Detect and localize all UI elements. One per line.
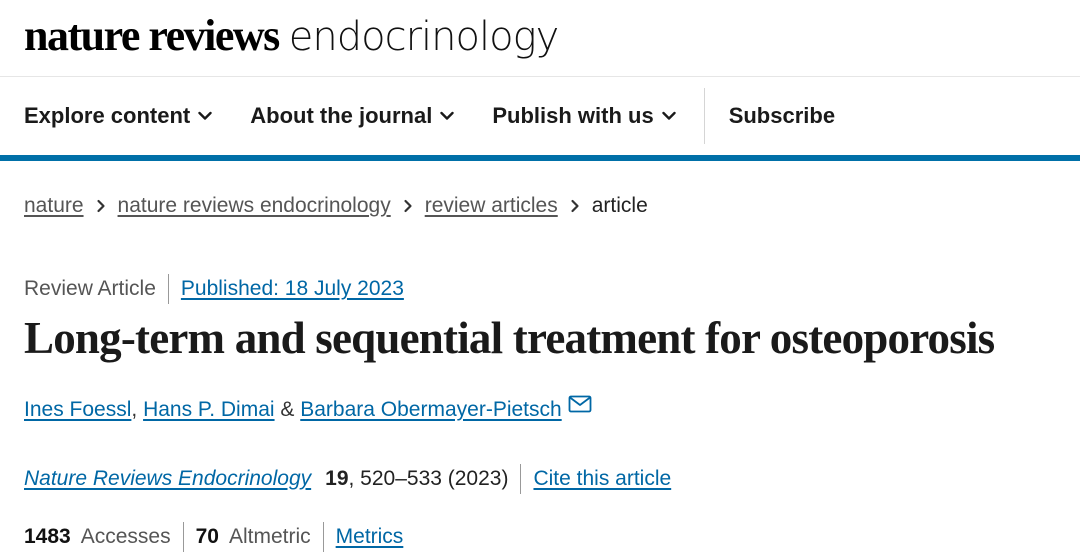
journal-link[interactable]: Nature Reviews Endocrinology	[24, 467, 311, 491]
metrics-divider	[182, 522, 184, 552]
volume-number: 19	[325, 467, 349, 490]
nav-publish-with-us-label: Publish with us	[492, 103, 654, 128]
breadcrumb-current: article	[591, 194, 648, 217]
nav-about-the-journal[interactable]: About the journal	[250, 103, 455, 129]
nav-explore-content-label: Explore content	[24, 103, 191, 128]
nav-divider	[703, 88, 705, 144]
published-date-link[interactable]: Published: 18 July 2023	[181, 277, 404, 301]
author-separator: ,	[131, 398, 144, 421]
breadcrumb-nature[interactable]: nature	[24, 194, 84, 218]
breadcrumb: nature nature reviews endocrinology revi…	[24, 194, 648, 218]
metrics-link[interactable]: Metrics	[336, 525, 404, 549]
article-type: Review Article	[24, 277, 156, 300]
logo-brand-bold: nature reviews	[24, 11, 280, 60]
citation-divider	[520, 464, 522, 494]
email-icon[interactable]	[568, 395, 592, 413]
chevron-right-icon	[403, 199, 413, 213]
altmetric-label: Altmetric	[228, 525, 311, 548]
chevron-down-icon	[440, 111, 455, 121]
subscribe-label: Subscribe	[728, 103, 836, 128]
chevron-down-icon	[198, 111, 212, 121]
chevron-down-icon	[661, 111, 676, 121]
accesses-count: 1483	[24, 525, 71, 548]
nav-accent-rule	[0, 155, 1080, 161]
breadcrumb-journal[interactable]: nature reviews endocrinology	[118, 194, 391, 218]
author-link[interactable]: Hans P. Dimai	[143, 398, 275, 422]
nav-publish-with-us[interactable]: Publish with us	[492, 103, 676, 129]
altmetric-count: 70	[195, 525, 219, 548]
article-metrics: 1483 Accesses 70 Altmetric Metrics	[24, 522, 403, 552]
accesses-label: Accesses	[80, 525, 171, 548]
site-logo[interactable]: nature reviews endocrinology	[24, 10, 559, 70]
logo-brand-journal: endocrinology	[288, 14, 559, 60]
meta-divider	[167, 274, 169, 304]
author-link[interactable]: Ines Foessl	[24, 398, 131, 422]
breadcrumb-review-articles[interactable]: review articles	[425, 194, 558, 218]
article-title: Long-term and sequential treatment for o…	[24, 313, 995, 363]
article-meta: Review Article Published: 18 July 2023	[24, 274, 404, 304]
subscribe-link[interactable]: Subscribe	[729, 103, 835, 129]
main-navigation: Explore content About the journal Publis…	[0, 77, 1080, 155]
citation-line: Nature Reviews Endocrinology 19 , 520–53…	[24, 464, 671, 494]
nav-about-the-journal-label: About the journal	[250, 103, 433, 128]
nav-explore-content[interactable]: Explore content	[24, 103, 212, 129]
pages-year: , 520–533 (2023)	[348, 467, 509, 490]
metrics-divider	[322, 522, 324, 552]
author-list: Ines Foessl , Hans P. Dimai & Barbara Ob…	[24, 395, 592, 422]
author-separator: &	[274, 398, 301, 421]
author-link[interactable]: Barbara Obermayer-Pietsch	[300, 398, 561, 422]
cite-this-article-link[interactable]: Cite this article	[533, 467, 671, 491]
chevron-right-icon	[96, 199, 106, 213]
chevron-right-icon	[570, 199, 580, 213]
